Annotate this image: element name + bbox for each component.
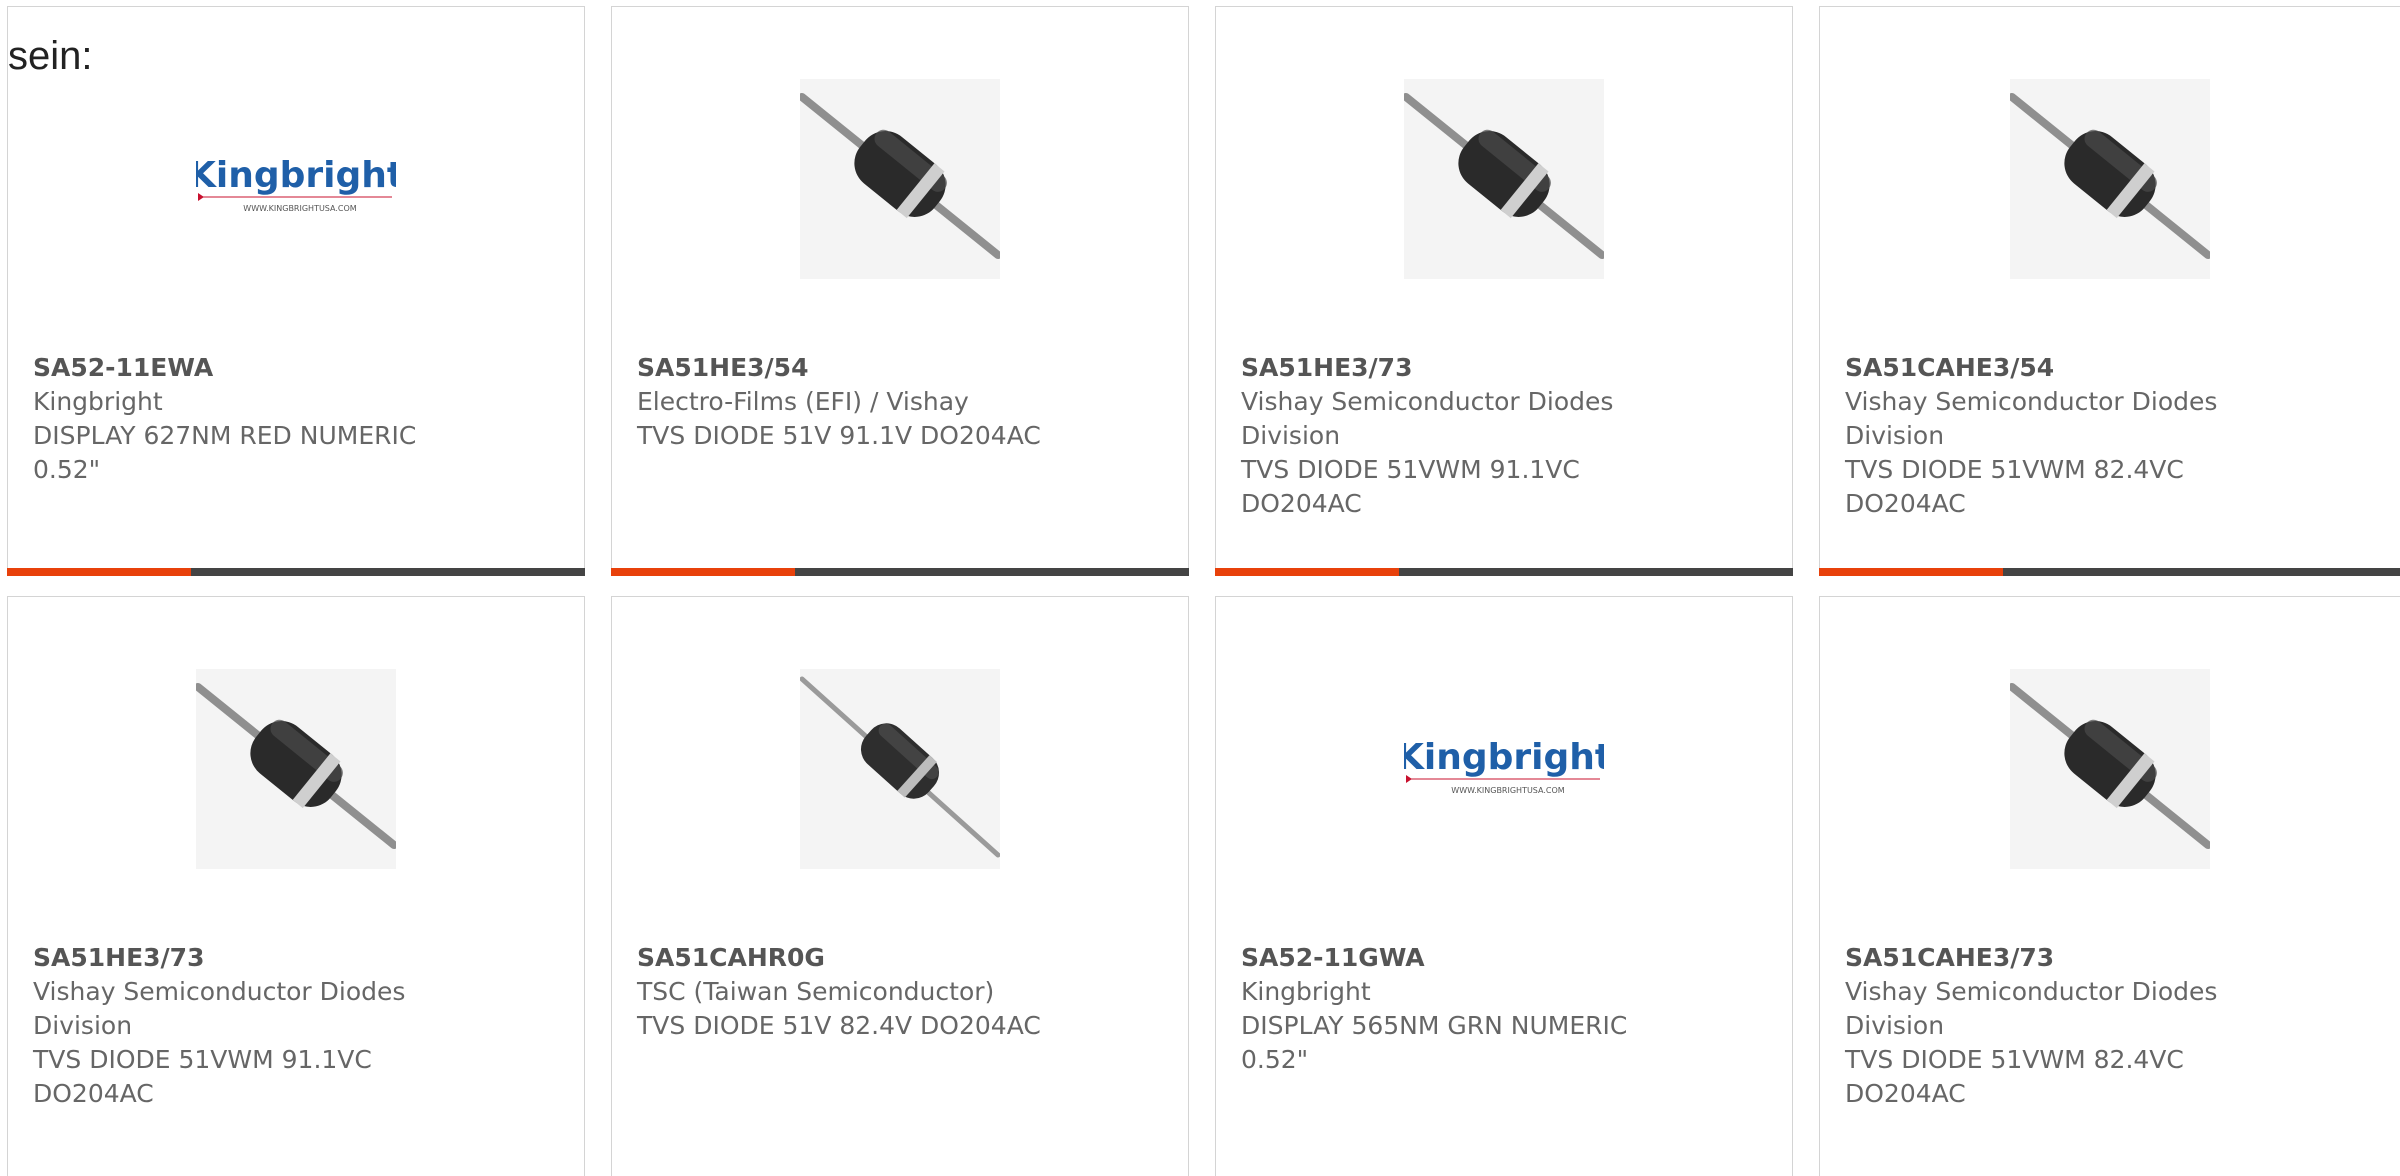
card-accent-bar — [1819, 568, 2003, 576]
manufacturer-name: Vishay Semiconductor Diodes Division — [1241, 387, 1614, 450]
kingbright-logo-icon: Kingbright WWW.KINGBRIGHTUSA.COM — [1404, 737, 1604, 795]
axial-diode-icon — [2010, 79, 2210, 279]
axial-diode-icon — [196, 669, 396, 869]
logo-url: WWW.KINGBRIGHTUSA.COM — [1451, 786, 1564, 795]
card-bottom-bar — [611, 568, 1189, 576]
product-info: SA52-11EWA Kingbright DISPLAY 627NM RED … — [33, 351, 453, 487]
card-bottom-bar — [1819, 568, 2400, 576]
product-image[interactable] — [8, 669, 584, 879]
part-number-link[interactable]: SA51CAHR0G — [637, 941, 1057, 975]
manufacturer-name: Vishay Semiconductor Diodes Division — [1845, 387, 2218, 450]
product-card[interactable]: Kingbright WWW.KINGBRIGHTUSA.COM SA52-11… — [1215, 596, 1793, 1176]
product-description: TVS DIODE 51VWM 82.4VC DO204AC — [1845, 1045, 2184, 1108]
product-card[interactable]: SA51CAHR0G TSC (Taiwan Semiconductor) TV… — [611, 596, 1189, 1176]
product-info: SA51HE3/54 Electro-Films (EFI) / Vishay … — [637, 351, 1057, 453]
product-description: TVS DIODE 51VWM 91.1VC DO204AC — [1241, 455, 1580, 518]
product-info: SA52-11GWA Kingbright DISPLAY 565NM GRN … — [1241, 941, 1661, 1077]
axial-diode-icon — [800, 669, 1000, 869]
part-number-link[interactable]: SA51CAHE3/54 — [1845, 351, 2265, 385]
product-info: SA51CAHE3/73 Vishay Semiconductor Diodes… — [1845, 941, 2265, 1111]
intro-text: sein: — [8, 34, 93, 78]
logo-wordmark: Kingbright — [196, 155, 396, 196]
part-number-link[interactable]: SA51CAHE3/73 — [1845, 941, 2265, 975]
product-card[interactable]: SA51CAHE3/54 Vishay Semiconductor Diodes… — [1819, 6, 2400, 576]
product-description: TVS DIODE 51V 82.4V DO204AC — [637, 1011, 1041, 1040]
product-grid: Kingbright WWW.KINGBRIGHTUSA.COM SA52-11… — [0, 0, 2400, 1176]
product-image[interactable] — [612, 669, 1188, 879]
logo-wordmark: Kingbright — [1404, 737, 1604, 778]
card-bottom-bar — [7, 568, 585, 576]
manufacturer-name: Kingbright — [1241, 977, 1371, 1006]
product-description: DISPLAY 627NM RED NUMERIC 0.52" — [33, 421, 417, 484]
logo-url: WWW.KINGBRIGHTUSA.COM — [243, 204, 356, 213]
card-accent-bar — [7, 568, 191, 576]
product-info: SA51CAHE3/54 Vishay Semiconductor Diodes… — [1845, 351, 2265, 521]
product-card[interactable]: SA51HE3/54 Electro-Films (EFI) / Vishay … — [611, 6, 1189, 576]
product-info: SA51HE3/73 Vishay Semiconductor Diodes D… — [33, 941, 453, 1111]
product-description: TVS DIODE 51V 91.1V DO204AC — [637, 421, 1041, 450]
kingbright-logo-icon: Kingbright WWW.KINGBRIGHTUSA.COM — [196, 155, 396, 213]
product-image[interactable] — [1820, 79, 2400, 289]
product-image[interactable] — [1216, 79, 1792, 289]
axial-diode-icon — [800, 79, 1000, 279]
product-card[interactable]: SA51CAHE3/73 Vishay Semiconductor Diodes… — [1819, 596, 2400, 1176]
part-number-link[interactable]: SA51HE3/54 — [637, 351, 1057, 385]
product-card[interactable]: Kingbright WWW.KINGBRIGHTUSA.COM SA52-11… — [7, 6, 585, 576]
product-info: SA51HE3/73 Vishay Semiconductor Diodes D… — [1241, 351, 1661, 521]
product-description: DISPLAY 565NM GRN NUMERIC 0.52" — [1241, 1011, 1628, 1074]
part-number-link[interactable]: SA52-11GWA — [1241, 941, 1661, 975]
product-image[interactable] — [612, 79, 1188, 289]
product-image[interactable]: Kingbright WWW.KINGBRIGHTUSA.COM — [1216, 669, 1792, 879]
part-number-link[interactable]: SA51HE3/73 — [33, 941, 453, 975]
product-description: TVS DIODE 51VWM 91.1VC DO204AC — [33, 1045, 372, 1108]
manufacturer-name: Vishay Semiconductor Diodes Division — [33, 977, 406, 1040]
card-accent-bar — [611, 568, 795, 576]
manufacturer-name: TSC (Taiwan Semiconductor) — [637, 977, 995, 1006]
product-image[interactable]: Kingbright WWW.KINGBRIGHTUSA.COM — [8, 79, 584, 289]
product-info: SA51CAHR0G TSC (Taiwan Semiconductor) TV… — [637, 941, 1057, 1043]
part-number-link[interactable]: SA51HE3/73 — [1241, 351, 1661, 385]
manufacturer-name: Vishay Semiconductor Diodes Division — [1845, 977, 2218, 1040]
manufacturer-name: Kingbright — [33, 387, 163, 416]
product-card[interactable]: SA51HE3/73 Vishay Semiconductor Diodes D… — [1215, 6, 1793, 576]
card-bottom-bar — [1215, 568, 1793, 576]
part-number-link[interactable]: SA52-11EWA — [33, 351, 453, 385]
axial-diode-icon — [2010, 669, 2210, 869]
manufacturer-name: Electro-Films (EFI) / Vishay — [637, 387, 969, 416]
product-image[interactable] — [1820, 669, 2400, 879]
card-accent-bar — [1215, 568, 1399, 576]
axial-diode-icon — [1404, 79, 1604, 279]
product-card[interactable]: SA51HE3/73 Vishay Semiconductor Diodes D… — [7, 596, 585, 1176]
product-description: TVS DIODE 51VWM 82.4VC DO204AC — [1845, 455, 2184, 518]
